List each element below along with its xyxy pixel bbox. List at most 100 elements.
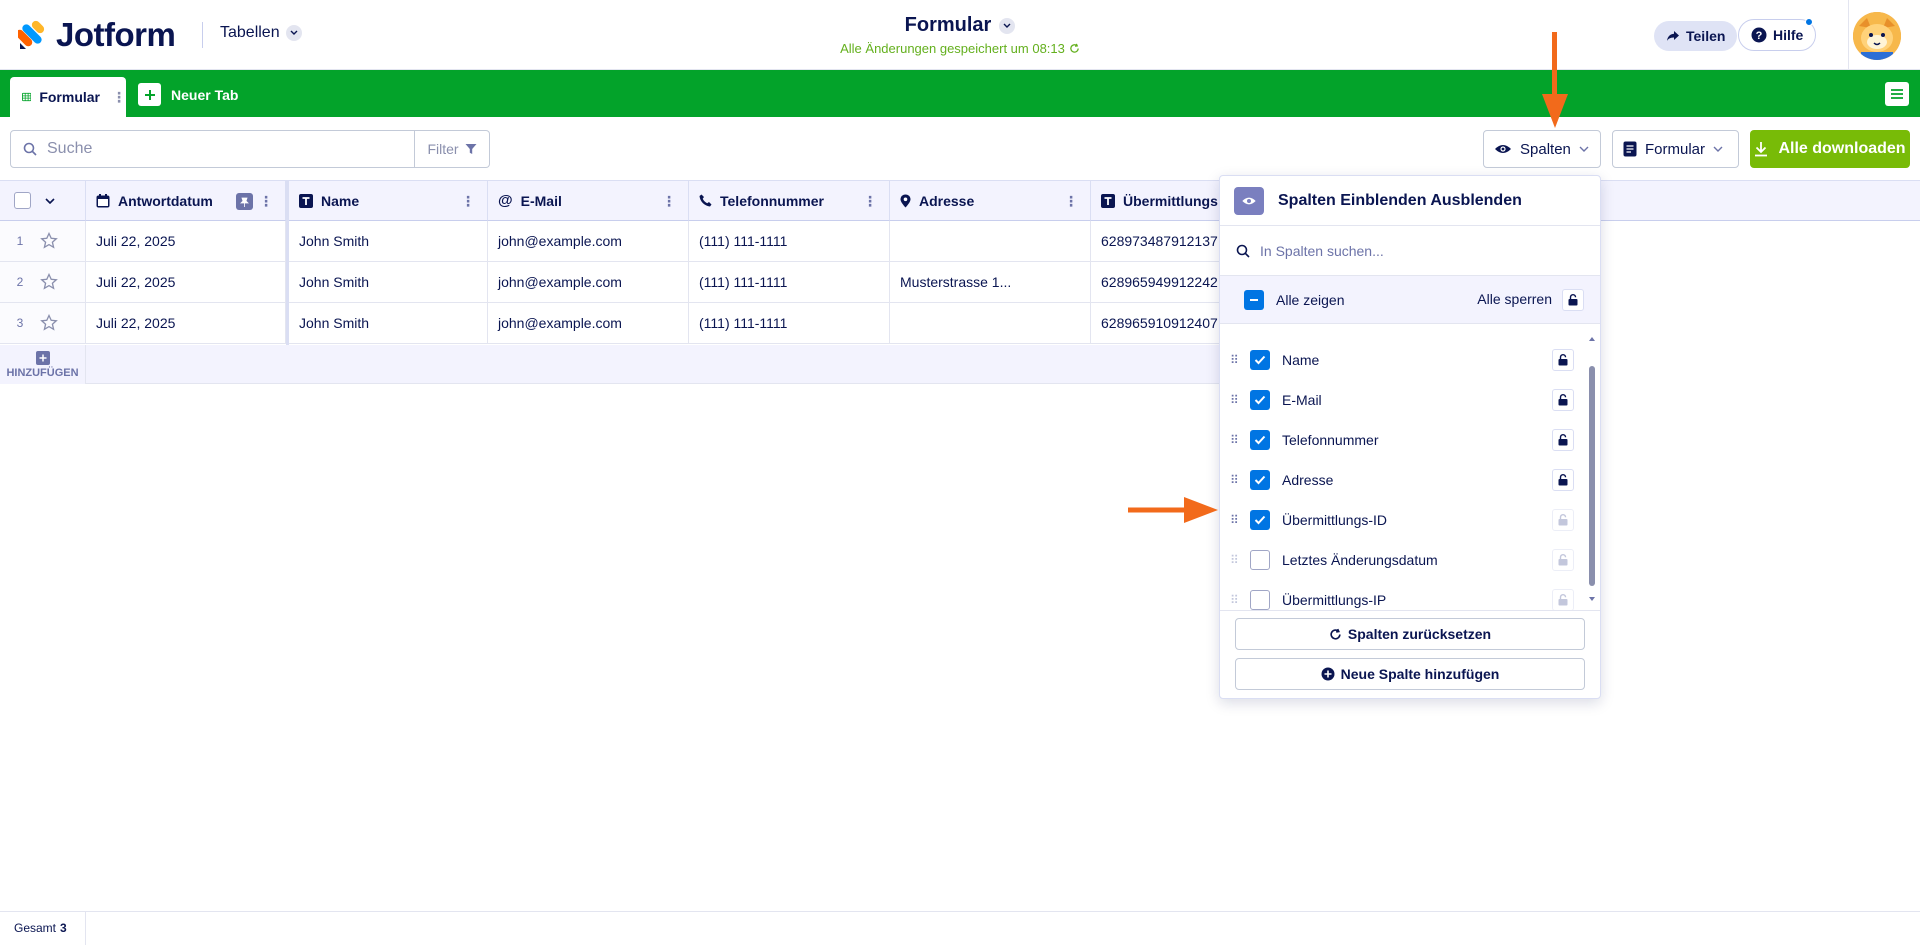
search-input[interactable] [47, 140, 367, 158]
column-header-email[interactable]: @ E-Mail ⋮ [488, 180, 689, 221]
drag-handle-icon[interactable]: ⠿ [1230, 473, 1239, 487]
scrollbar-thumb[interactable] [1589, 366, 1595, 586]
jotform-logo[interactable]: Jotform [18, 16, 176, 54]
form-title[interactable]: Formular [905, 14, 1016, 37]
column-toggle-email[interactable]: ⠿ E-Mail [1220, 380, 1590, 420]
column-header-name[interactable]: Name ⋮ [289, 180, 488, 221]
search-field[interactable] [10, 130, 415, 168]
column-header-adresse[interactable]: Adresse ⋮ [890, 180, 1091, 221]
add-row-button[interactable]: HINZUFÜGEN [0, 345, 86, 384]
chevron-down-icon [999, 17, 1016, 34]
scroll-up-icon[interactable] [1588, 336, 1596, 342]
table-cell[interactable]: John Smith [289, 303, 488, 344]
column-toggle-letztes-aenderungsdatum[interactable]: ⠿ Letztes Änderungsdatum [1220, 540, 1590, 580]
column-checkbox[interactable] [1250, 470, 1270, 490]
tab-options-icon[interactable]: ⋮ [112, 89, 126, 106]
drag-handle-icon[interactable]: ⠿ [1230, 353, 1239, 367]
chevron-down-icon[interactable] [45, 197, 55, 204]
lock-column-button [1552, 549, 1574, 571]
column-toggle-adresse[interactable]: ⠿ Adresse [1220, 460, 1590, 500]
star-icon[interactable] [40, 232, 58, 250]
tab-formular[interactable]: Formular ⋮ [10, 77, 126, 117]
table-cell[interactable]: Juli 22, 2025 [86, 221, 286, 262]
table-cell[interactable]: john@example.com [488, 262, 689, 303]
columns-button[interactable]: Spalten [1483, 130, 1601, 168]
column-menu-icon[interactable]: ⋮ [461, 193, 475, 210]
avatar[interactable] [1853, 12, 1901, 60]
add-column-button[interactable]: Neue Spalte hinzufügen [1235, 658, 1585, 690]
column-checkbox[interactable] [1250, 430, 1270, 450]
table-cell[interactable]: 628973487912137 [1091, 221, 1220, 262]
new-tab-button[interactable]: Neuer Tab [138, 83, 238, 106]
column-checkbox[interactable] [1250, 350, 1270, 370]
table-cell[interactable]: (111) 111-1111 [689, 262, 890, 303]
column-toggle-telefonnummer[interactable]: ⠿ Telefonnummer [1220, 420, 1590, 460]
download-all-button[interactable]: Alle downloaden [1750, 130, 1910, 168]
columns-panel-title: Spalten Einblenden Ausblenden [1278, 191, 1522, 209]
star-icon[interactable] [40, 273, 58, 291]
total-label: Gesamt [14, 921, 57, 935]
drag-handle-icon[interactable]: ⠿ [1230, 513, 1239, 527]
column-toggle-name[interactable]: ⠿ Name [1220, 340, 1590, 380]
column-toggle-uebermittlungs-id[interactable]: ⠿ Übermittlungs-ID [1220, 500, 1590, 540]
column-menu-icon[interactable]: ⋮ [863, 193, 877, 210]
table-cell[interactable]: John Smith [289, 221, 488, 262]
lock-all-button[interactable] [1562, 289, 1584, 311]
table-cell[interactable]: Juli 22, 2025 [86, 262, 286, 303]
select-all-checkbox[interactable] [14, 192, 31, 209]
column-header-uebermittlungs-id[interactable]: Übermittlungs [1091, 180, 1220, 221]
column-menu-icon[interactable]: ⋮ [1064, 193, 1078, 210]
filter-button[interactable]: Filter [415, 130, 490, 168]
drag-handle-icon[interactable]: ⠿ [1230, 553, 1239, 567]
form-title-text: Formular [904, 14, 992, 36]
columns-search-input[interactable] [1260, 242, 1580, 259]
lock-column-button[interactable] [1552, 469, 1574, 491]
search-icon [23, 142, 37, 156]
lock-icon [1558, 514, 1568, 526]
lock-column-button[interactable] [1552, 389, 1574, 411]
column-checkbox[interactable] [1250, 510, 1270, 530]
star-icon[interactable] [40, 314, 58, 332]
column-checkbox[interactable] [1250, 390, 1270, 410]
drag-handle-icon[interactable]: ⠿ [1230, 433, 1239, 447]
sidebar-menu-button[interactable] [1885, 82, 1909, 106]
share-button[interactable]: Teilen [1654, 21, 1738, 51]
table-cell[interactable]: Juli 22, 2025 [86, 303, 286, 344]
pin-column-icon[interactable] [236, 193, 253, 210]
help-button[interactable]: ? Hilfe [1738, 18, 1817, 51]
table-cell[interactable] [890, 303, 1091, 344]
cell-value: John Smith [299, 315, 370, 331]
cell-value: Juli 22, 2025 [96, 274, 176, 290]
column-checkbox[interactable] [1250, 590, 1270, 610]
form-select-button[interactable]: Formular [1612, 130, 1739, 168]
table-cell[interactable]: John Smith [289, 262, 488, 303]
table-cell[interactable]: 628965949912242 [1091, 262, 1220, 303]
columns-scrollbar[interactable] [1588, 336, 1596, 616]
column-menu-icon[interactable]: ⋮ [662, 193, 676, 210]
column-toggle-uebermittlungs-ip[interactable]: ⠿ Übermittlungs-IP [1220, 580, 1590, 620]
pin-icon [900, 194, 911, 207]
lock-column-button[interactable] [1552, 349, 1574, 371]
table-cell[interactable]: Musterstrasse 1... [890, 262, 1091, 303]
table-cell[interactable]: (111) 111-1111 [689, 221, 890, 262]
reset-columns-button[interactable]: Spalten zurücksetzen [1235, 618, 1585, 650]
download-all-label: Alle downloaden [1778, 140, 1906, 157]
scroll-down-icon[interactable] [1588, 596, 1596, 602]
column-menu-icon[interactable]: ⋮ [259, 193, 273, 210]
product-switcher[interactable]: Tabellen [220, 24, 302, 42]
show-all-checkbox[interactable] [1244, 289, 1264, 310]
column-checkbox[interactable] [1250, 550, 1270, 570]
table-cell[interactable]: (111) 111-1111 [689, 303, 890, 344]
table-cell[interactable]: 628965910912407 [1091, 303, 1220, 344]
lock-column-button[interactable] [1552, 429, 1574, 451]
table-cell[interactable]: john@example.com [488, 221, 689, 262]
column-header-antwortdatum[interactable]: Antwortdatum ⋮ [86, 180, 286, 221]
lock-column-button [1552, 509, 1574, 531]
drag-handle-icon[interactable]: ⠿ [1230, 393, 1239, 407]
table-cell[interactable] [890, 221, 1091, 262]
column-header-telefonnummer[interactable]: Telefonnummer ⋮ [689, 180, 890, 221]
columns-search-field[interactable] [1220, 226, 1600, 276]
chevron-down-icon [1579, 146, 1589, 152]
drag-handle-icon[interactable]: ⠿ [1230, 593, 1239, 607]
table-cell[interactable]: john@example.com [488, 303, 689, 344]
